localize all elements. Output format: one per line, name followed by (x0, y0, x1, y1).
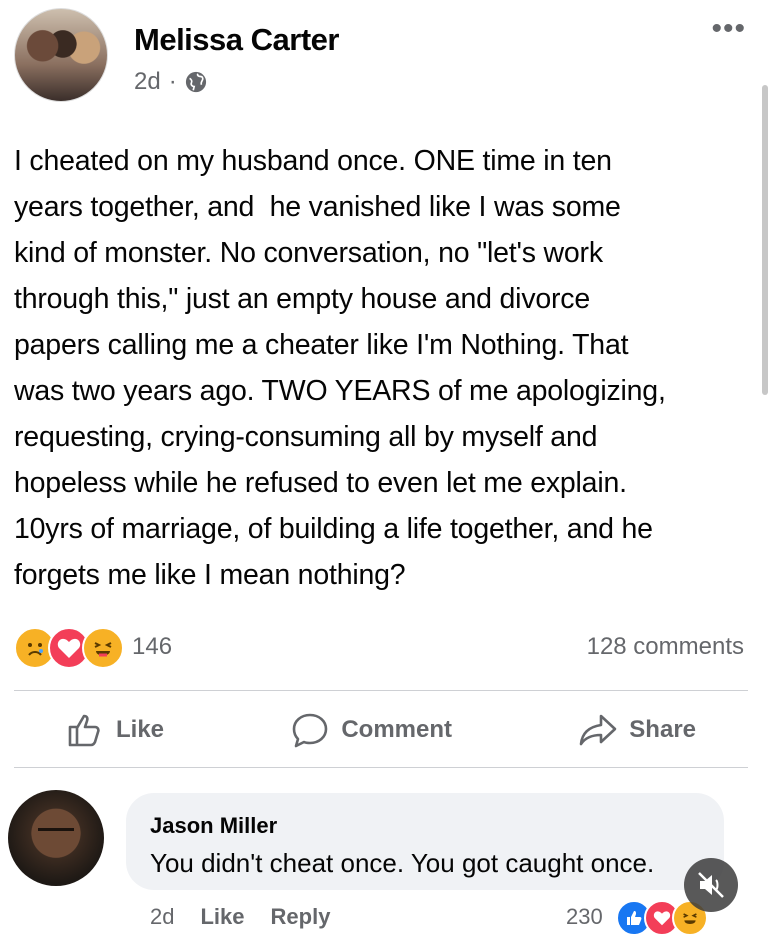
comment-label: Comment (341, 716, 452, 743)
author-avatar[interactable] (14, 8, 108, 102)
commenter-avatar[interactable] (8, 790, 104, 886)
more-options-icon[interactable]: ••• (711, 12, 746, 46)
avatar-face-detail (38, 828, 74, 837)
comment-reply-button[interactable]: Reply (271, 904, 331, 930)
reaction-icons[interactable] (14, 627, 124, 669)
divider-bottom (14, 767, 748, 768)
share-icon (579, 714, 617, 746)
share-button[interactable]: Share (579, 712, 696, 748)
share-label: Share (629, 716, 696, 743)
comment-author[interactable]: Jason Miller (150, 813, 277, 839)
comment-icon (293, 713, 328, 748)
comment-reaction-icons[interactable] (616, 900, 708, 936)
post-header: Melissa Carter 2d · ••• (14, 8, 754, 103)
comment-bubble[interactable]: Jason Miller You didn't cheat once. You … (126, 793, 724, 890)
author-name[interactable]: Melissa Carter (134, 22, 339, 58)
comment-time[interactable]: 2d (150, 904, 174, 930)
comment-button[interactable]: Comment (291, 712, 452, 748)
comment-meta: 2d Like Reply (150, 904, 330, 930)
globe-icon[interactable] (185, 71, 207, 93)
post-meta: 2d · (134, 68, 207, 96)
haha-reaction-icon (82, 627, 124, 669)
thumbs-up-icon (68, 714, 100, 747)
mute-button[interactable] (684, 858, 738, 912)
like-button[interactable]: Like (66, 712, 164, 748)
like-label: Like (116, 716, 165, 743)
comment-reaction-count[interactable]: 230 (566, 904, 603, 930)
speaker-muted-icon (698, 872, 724, 898)
reactions-summary[interactable]: 146 128 comments (14, 625, 744, 669)
post-text: I cheated on my husband once. ONE time i… (14, 145, 666, 591)
comment-text: You didn't cheat once. You got caught on… (150, 848, 655, 878)
reaction-count[interactable]: 146 (132, 633, 172, 661)
post-actions: Like Comment Share (14, 700, 748, 760)
divider-top (14, 690, 748, 691)
scrollbar-thumb[interactable] (762, 85, 768, 395)
comments-count[interactable]: 128 comments (587, 633, 744, 661)
post-time[interactable]: 2d (134, 68, 161, 96)
comment-like-button[interactable]: Like (200, 904, 244, 930)
meta-separator: · (168, 68, 177, 95)
